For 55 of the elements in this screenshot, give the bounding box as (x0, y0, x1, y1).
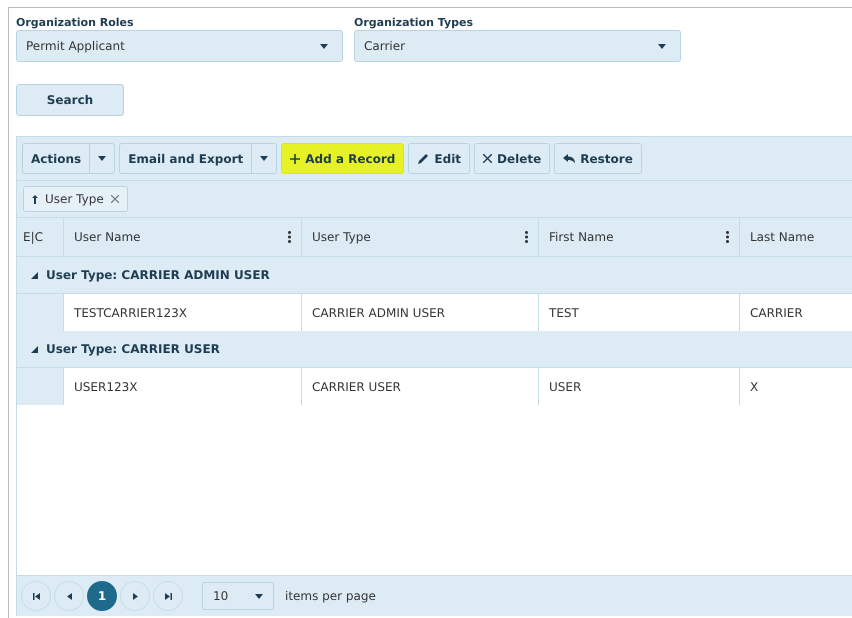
table-cell: USER (538, 368, 739, 405)
kebab-menu-icon[interactable] (525, 231, 528, 243)
column-header[interactable]: User Name (63, 218, 301, 256)
collapse-icon[interactable] (31, 272, 38, 278)
field-label: Organization Types (354, 16, 474, 30)
pager-label: items per page (285, 589, 376, 603)
group-chip[interactable]: User Type (23, 186, 128, 212)
search-button[interactable]: Search (16, 84, 124, 116)
reply-arrow-icon (563, 154, 576, 164)
toolbar-button[interactable]: Actions (22, 143, 90, 174)
field-label: Organization Roles (16, 16, 135, 30)
column-header[interactable]: User Type (301, 218, 538, 256)
dropdown[interactable]: Permit Applicant (16, 30, 343, 62)
caret-icon (98, 156, 106, 161)
kebab-menu-icon[interactable] (726, 231, 729, 243)
page-button[interactable]: 1 (87, 581, 117, 611)
column-header: E|C (22, 229, 44, 246)
table-cell: CARRIER USER (301, 368, 538, 405)
group-row[interactable]: User Type: CARRIER USER (17, 331, 852, 368)
toolbar-button[interactable]: Delete (474, 143, 550, 174)
last-page-icon (164, 592, 172, 600)
next-icon (132, 592, 138, 600)
dropdown[interactable]: Carrier (354, 30, 681, 62)
close-icon (483, 154, 492, 163)
dropdown-toggle[interactable] (90, 143, 116, 174)
close-icon[interactable] (110, 195, 119, 203)
caret-icon (320, 44, 328, 48)
column-header[interactable]: Last Name (739, 218, 852, 256)
toolbar-button[interactable]: Restore (554, 143, 642, 174)
sort-up-icon (32, 194, 38, 204)
page-size-dropdown[interactable]: 10 (202, 582, 274, 610)
row-indent (17, 294, 63, 331)
caret-icon (255, 594, 263, 598)
group-row[interactable]: User Type: CARRIER ADMIN USER (17, 257, 852, 294)
collapse-icon[interactable] (31, 346, 38, 352)
caret-icon (260, 156, 268, 161)
table-cell: USER123X (63, 368, 301, 405)
plus-icon (290, 154, 300, 164)
column-header[interactable]: First Name (538, 218, 739, 256)
group-title: User Type: CARRIER ADMIN USER (46, 268, 270, 282)
caret-icon (658, 44, 666, 48)
row-indent (17, 368, 63, 405)
group-title: User Type: CARRIER USER (46, 342, 220, 356)
toolbar-button[interactable]: Add a Record (281, 143, 404, 174)
previous-icon (66, 592, 72, 600)
first-page-button[interactable] (21, 581, 51, 611)
dropdown-toggle[interactable] (252, 143, 278, 174)
toolbar-button[interactable]: Email and Export (119, 143, 252, 174)
first-page-icon (32, 592, 40, 600)
kebab-menu-icon[interactable] (288, 231, 291, 243)
pencil-icon (417, 152, 430, 164)
table-cell: X (739, 368, 852, 405)
toolbar-button[interactable]: Edit (408, 143, 470, 174)
chip-label: User Type (45, 192, 104, 206)
last-page-button[interactable] (153, 581, 183, 611)
